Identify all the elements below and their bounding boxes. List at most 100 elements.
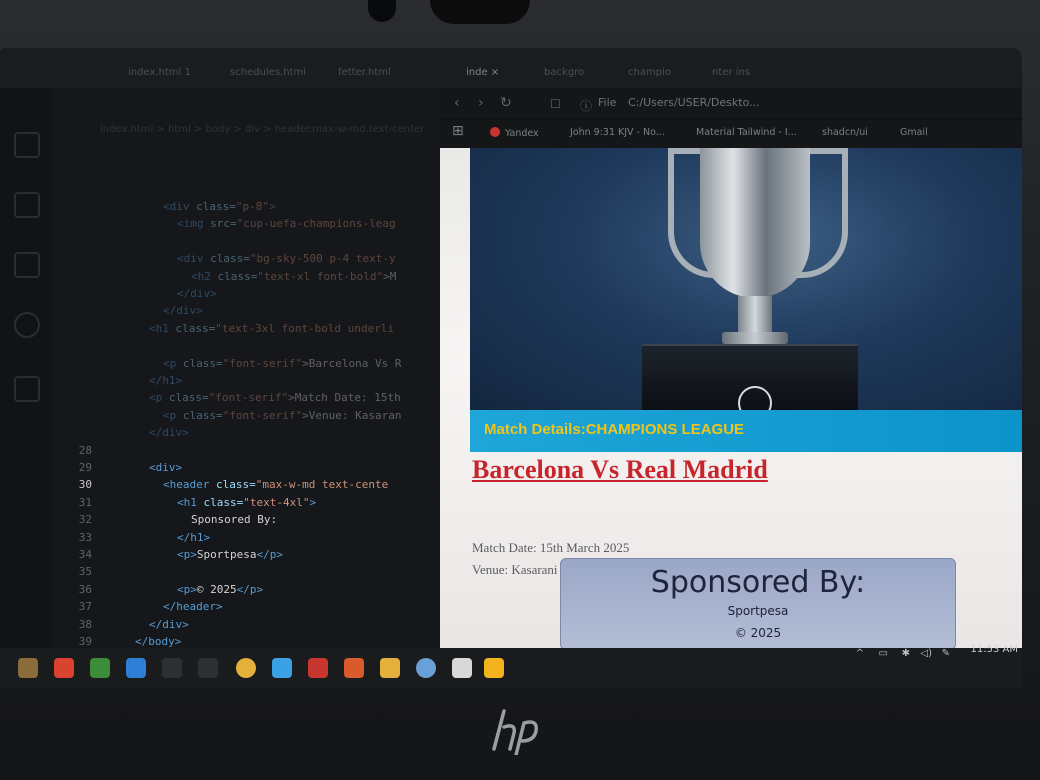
taskbar-app-icon[interactable] xyxy=(90,658,110,678)
line-number: 32 xyxy=(78,513,92,527)
code-line[interactable]: 38 </div> xyxy=(52,616,440,633)
code-line[interactable]: </div> xyxy=(52,424,440,441)
volume-icon[interactable]: ◁) xyxy=(920,648,932,659)
code-text: <div> xyxy=(149,459,182,476)
run-debug-icon[interactable] xyxy=(14,312,40,338)
code-token: </h1> xyxy=(177,530,211,544)
copyright: © 2025 xyxy=(734,626,782,640)
tray-chevron-icon[interactable]: ^ xyxy=(856,648,864,659)
code-token: <p xyxy=(163,408,183,422)
code-text: </div> xyxy=(149,424,189,441)
code-line[interactable]: 35 xyxy=(52,563,440,580)
champions-league-trophy-image xyxy=(470,148,1022,420)
taskbar-app-icon[interactable] xyxy=(126,658,146,678)
code-token: class= xyxy=(210,252,250,266)
code-line[interactable]: 31 <h1 class="text-4xl"> xyxy=(52,494,440,511)
hp-logo-icon xyxy=(492,709,538,755)
code-token: class= xyxy=(168,391,209,405)
code-line[interactable]: <h1 class="text-3xl font-bold underli xyxy=(52,320,440,337)
code-line[interactable]: 33 </h1> xyxy=(52,529,440,546)
source-control-icon[interactable] xyxy=(14,252,40,278)
extensions-icon[interactable] xyxy=(14,376,40,402)
code-token: </header> xyxy=(163,600,223,614)
bookmark-yandex[interactable]: Yandex xyxy=(490,127,539,139)
code-line[interactable]: <div class="p-8"> xyxy=(52,198,440,215)
taskbar-app-icon[interactable] xyxy=(452,658,472,678)
code-line[interactable] xyxy=(52,233,440,250)
taskbar-app-icon[interactable] xyxy=(198,658,218,678)
bookmark-material-tailwind[interactable]: Material Tailwind - I... xyxy=(696,127,797,138)
battery-icon[interactable]: ▭ xyxy=(879,648,888,659)
browser-tab[interactable]: nter ins xyxy=(704,62,792,84)
code-line[interactable]: 37 </header> xyxy=(52,598,440,615)
code-token: </body> xyxy=(135,635,182,648)
browser-tab[interactable]: champio xyxy=(620,62,708,84)
network-icon[interactable]: ✱ xyxy=(902,648,910,659)
taskbar-app-icon[interactable] xyxy=(162,658,182,678)
browser-tab[interactable] xyxy=(790,62,866,84)
trophy-stem xyxy=(738,296,772,334)
code-line[interactable]: <p class="font-serif">Match Date: 15th xyxy=(52,389,440,406)
code-line[interactable] xyxy=(52,337,440,354)
editor-title-tab-2[interactable]: schedules.html xyxy=(222,62,314,84)
code-line[interactable]: 28 xyxy=(52,442,440,459)
url-field[interactable]: C:/Users/USER/Deskto... xyxy=(628,96,760,109)
explorer-icon[interactable] xyxy=(14,132,40,158)
code-line[interactable]: <p class="font-serif">Venue: Kasaran xyxy=(52,407,440,424)
line-number: 38 xyxy=(78,617,92,631)
code-token: class= xyxy=(182,356,223,370)
code-line[interactable]: </h1> xyxy=(52,372,440,389)
bookmark-label: Yandex xyxy=(505,128,539,139)
taskbar-app-icon[interactable] xyxy=(54,658,74,678)
taskbar-app-icon[interactable] xyxy=(380,658,400,678)
taskbar-app-icon[interactable] xyxy=(344,658,364,678)
taskbar-app-icon[interactable] xyxy=(484,658,504,678)
code-line[interactable]: <h2 class="text-xl font-bold">M xyxy=(52,268,440,285)
taskbar-app-icon[interactable] xyxy=(236,658,256,678)
code-token: </div> xyxy=(177,287,217,300)
code-line[interactable]: </div> xyxy=(52,302,440,319)
code-text: <img src="cup-uefa-champions-leag xyxy=(177,215,396,232)
code-line[interactable]: <div class="bg-sky-500 p-4 text-y xyxy=(52,250,440,267)
taskbar-app-icon[interactable] xyxy=(416,658,436,678)
code-text: <p class="font-serif">Barcelona Vs R xyxy=(163,355,401,372)
bookmarks-bar: ⊞ Yandex John 9:31 KJV - No... Material … xyxy=(440,120,1022,148)
code-token: <h1 xyxy=(177,495,204,509)
code-line[interactable]: 29 <div> xyxy=(52,459,440,476)
apps-grid-icon[interactable]: ⊞ xyxy=(452,123,464,139)
code-line[interactable]: 36 <p>© 2025</p> xyxy=(52,581,440,598)
code-line[interactable]: 30 <header class="max-w-md text-cente xyxy=(52,476,440,493)
code-line[interactable]: <p class="font-serif">Barcelona Vs R xyxy=(52,355,440,372)
breadcrumb[interactable]: index.html > html > body > div > header.… xyxy=(100,124,424,135)
code-token: <h2 xyxy=(191,269,218,283)
code-line[interactable]: <img src="cup-uefa-champions-leag xyxy=(52,215,440,232)
editor-title-tab-1[interactable]: index.html 1 xyxy=(120,62,199,84)
code-text: </div> xyxy=(163,302,203,319)
browser-tab[interactable]: backgro xyxy=(536,62,624,84)
code-token: <img xyxy=(177,217,211,231)
bookmark-icon[interactable]: ☐ xyxy=(550,97,561,111)
taskbar-app-icon[interactable] xyxy=(308,658,328,678)
browser-tab-active[interactable]: inde × xyxy=(458,62,534,84)
code-line[interactable]: 34 <p>Sportpesa</p> xyxy=(52,546,440,563)
editor-title-tab-3[interactable]: fetter.html xyxy=(330,62,399,84)
back-icon[interactable]: ‹ xyxy=(454,95,460,111)
code-text: </div> xyxy=(177,285,217,302)
taskbar-app-icon[interactable] xyxy=(18,658,38,678)
bookmark-shadcn[interactable]: shadcn/ui xyxy=(822,127,868,138)
search-icon[interactable] xyxy=(14,192,40,218)
code-token: "bg-sky-500 p-4 text-y xyxy=(249,252,396,266)
forward-icon[interactable]: › xyxy=(478,95,484,111)
bookmark-john[interactable]: John 9:31 KJV - No... xyxy=(570,127,665,138)
clock[interactable]: 11:53 AM xyxy=(971,644,1018,655)
taskbar-app-icon[interactable] xyxy=(272,658,292,678)
code-token: >M xyxy=(383,269,397,283)
trophy-cup xyxy=(700,148,810,298)
code-text: </header> xyxy=(163,598,223,615)
code-line[interactable]: </div> xyxy=(52,285,440,302)
bookmark-gmail[interactable]: Gmail xyxy=(900,127,928,138)
reload-icon[interactable]: ↻ xyxy=(500,95,512,111)
code-text: <h1 class="text-3xl font-bold underli xyxy=(149,320,394,337)
code-line[interactable]: 32 Sponsored By: xyxy=(52,511,440,528)
pen-icon[interactable]: ✎ xyxy=(942,648,950,659)
